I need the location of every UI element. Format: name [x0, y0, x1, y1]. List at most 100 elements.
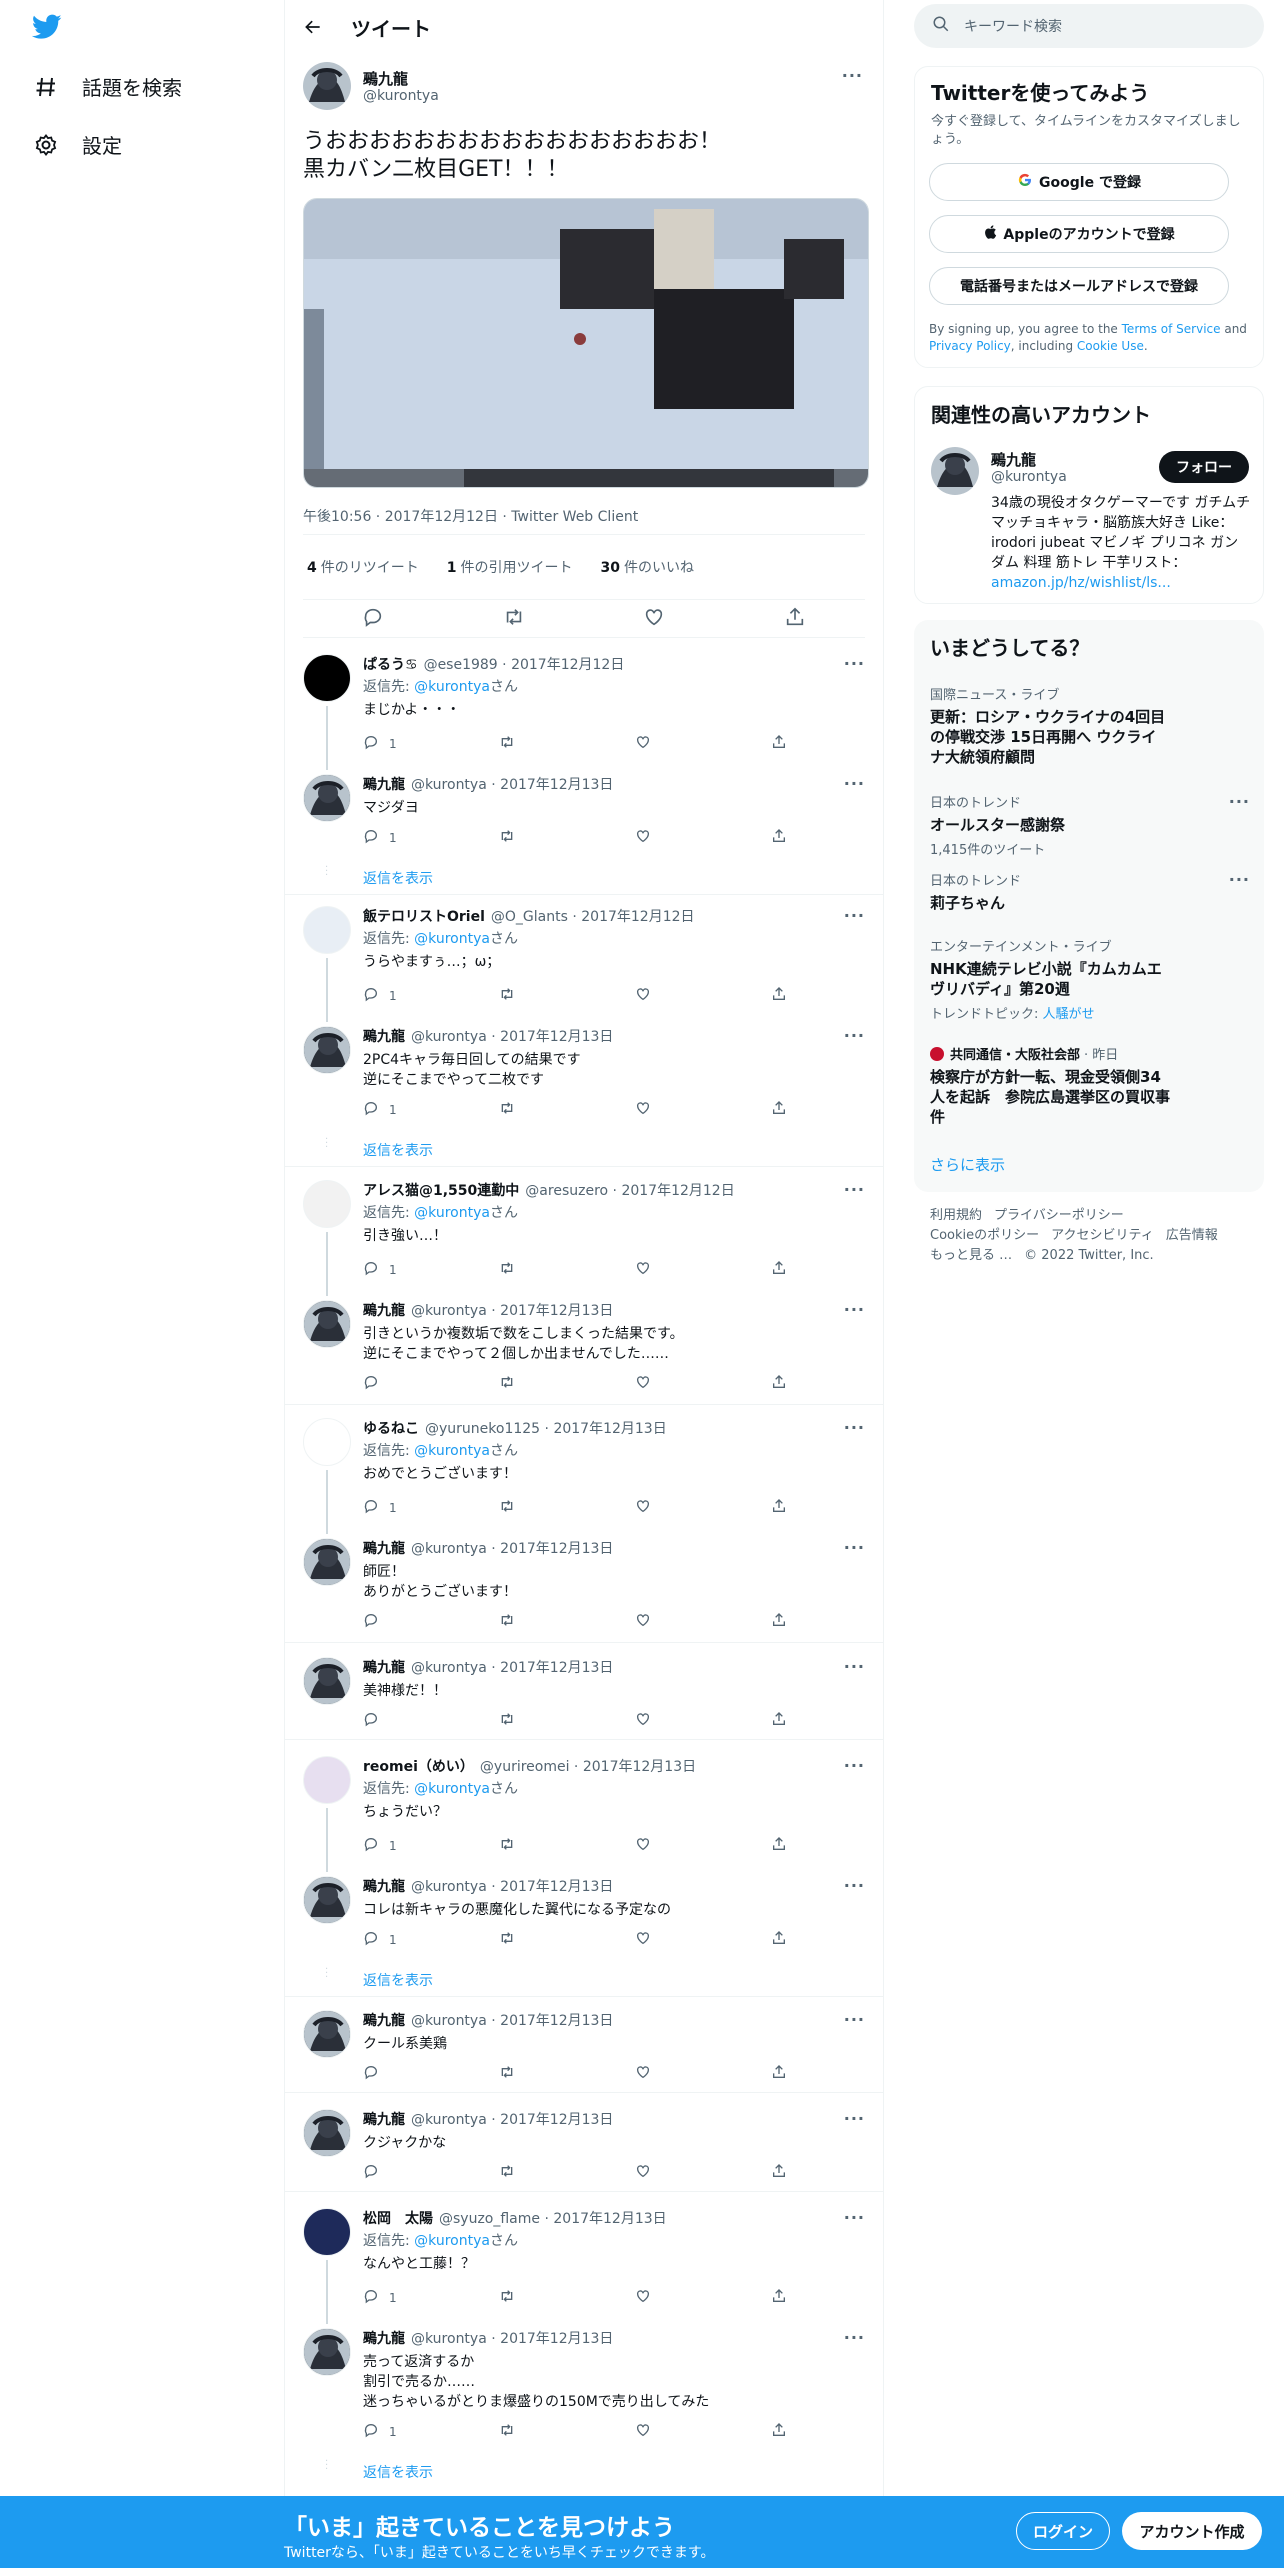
reply-author-handle[interactable]: @kurontya [411, 1541, 487, 1557]
footer-terms-link[interactable]: 利用規約 [930, 1208, 982, 1223]
nav-settings[interactable]: 設定 [32, 130, 122, 159]
trend-item[interactable]: 共同通信・大阪社会部 · 昨日 検察庁が方針一転、現金受領側34人を起訴 参院広… [930, 1044, 1250, 1127]
trend-item[interactable]: 日本のトレンド オールスター感謝祭 1,415件のツイート ··· [930, 792, 1250, 858]
author-handle[interactable]: @kurontya [363, 88, 439, 104]
reply-tweet[interactable]: reomei（めい） @yurireomei · 2017年12月13日 ··· 返信… [285, 1756, 883, 1872]
more-options-icon[interactable]: ··· [844, 1756, 865, 1775]
like-button[interactable] [635, 828, 651, 847]
share-icon[interactable] [784, 606, 806, 632]
reply-author-name[interactable]: 鵐九龍 [363, 2331, 405, 2347]
show-replies-link[interactable]: 返信を表示 [363, 1970, 433, 1990]
more-options-icon[interactable]: ··· [1229, 792, 1250, 811]
share-button[interactable] [771, 1498, 787, 1517]
retweet-button[interactable] [499, 734, 515, 753]
retweet-stat[interactable]: 4 件のリツイート [307, 557, 419, 577]
like-button[interactable] [635, 1374, 651, 1393]
footer-ads-link[interactable]: 広告情報 [1166, 1228, 1218, 1243]
avatar[interactable] [303, 1026, 351, 1074]
more-options-icon[interactable]: ··· [844, 1180, 865, 1199]
like-button[interactable] [635, 986, 651, 1005]
reply-date[interactable]: 2017年12月13日 [500, 1303, 613, 1319]
reply-button[interactable]: 1 [363, 2288, 397, 2307]
like-button[interactable] [635, 734, 651, 753]
like-stat[interactable]: 30 件のいいね [601, 557, 694, 577]
login-button[interactable]: ログイン [1016, 2512, 1110, 2550]
reply-tweet[interactable]: 鵐九龍 @kurontya · 2017年12月13日 ··· 師匠！ ありがとうござ… [285, 1538, 883, 1643]
search-input[interactable]: キーワード検索 [914, 4, 1264, 48]
reply-date[interactable]: 2017年12月12日 [511, 657, 624, 673]
reply-button[interactable]: 1 [363, 1836, 397, 1855]
reply-button[interactable] [363, 2163, 389, 2182]
share-button[interactable] [771, 828, 787, 847]
share-button[interactable] [771, 1260, 787, 1279]
avatar[interactable] [303, 1756, 351, 1804]
reply-icon[interactable] [362, 606, 384, 632]
reply-button[interactable] [363, 1711, 389, 1730]
reply-author-name[interactable]: 飯テロリストOriel [363, 909, 485, 925]
more-options-icon[interactable]: ··· [844, 2010, 865, 2029]
quote-stat[interactable]: 1 件の引用ツイート [447, 557, 573, 577]
more-options-icon[interactable]: ··· [844, 774, 865, 793]
retweet-button[interactable] [499, 1374, 515, 1393]
avatar[interactable] [303, 1538, 351, 1586]
retweet-button[interactable] [499, 1930, 515, 1949]
more-options-icon[interactable]: ··· [844, 1418, 865, 1437]
like-icon[interactable] [643, 606, 665, 632]
reply-author-name[interactable]: 鵐九龍 [363, 1541, 405, 1557]
reply-author-name[interactable]: アレス猫@1,550連勤中 [363, 1183, 519, 1199]
avatar[interactable] [303, 2109, 351, 2157]
avatar[interactable] [303, 2328, 351, 2376]
reply-author-name[interactable]: 鵐九龍 [363, 1660, 405, 1676]
trend-topic-link[interactable]: 人騒がせ [1043, 1007, 1095, 1022]
reply-tweet[interactable]: 鵐九龍 @kurontya · 2017年12月13日 ··· 美神様だ！！ [285, 1657, 883, 1740]
like-button[interactable] [635, 2064, 651, 2083]
share-button[interactable] [771, 1374, 787, 1393]
tweet-image[interactable] [303, 198, 869, 488]
avatar[interactable] [303, 906, 351, 954]
trend-item[interactable]: エンターテインメント・ライブ NHK連続テレビ小説『カムカムエヴリバディ』第20… [930, 936, 1250, 1022]
more-options-icon[interactable]: ··· [842, 66, 863, 85]
reply-author-handle[interactable]: @kurontya [411, 1660, 487, 1676]
retweet-button[interactable] [499, 828, 515, 847]
like-button[interactable] [635, 2163, 651, 2182]
reply-button[interactable]: 1 [363, 2422, 397, 2441]
reply-author-name[interactable]: 鵐九龍 [363, 1303, 405, 1319]
reply-date[interactable]: 2017年12月13日 [500, 1660, 613, 1676]
related-bio-link[interactable]: amazon.jp/hz/wishlist/ls... [991, 575, 1171, 591]
trend-item[interactable]: 日本のトレンド 莉子ちゃん ··· [930, 870, 1250, 913]
retweet-button[interactable] [499, 1260, 515, 1279]
reply-tweet[interactable]: 飯テロリストOriel @O_Glants · 2017年12月12日 ··· 返信先… [285, 906, 883, 1022]
avatar[interactable] [303, 2010, 351, 2058]
reply-tweet[interactable]: 鵐九龍 @kurontya · 2017年12月13日 ··· 引きというか複数垢で数… [285, 1300, 883, 1405]
reply-author-handle[interactable]: @kurontya [411, 1879, 487, 1895]
avatar[interactable] [303, 1300, 351, 1348]
cookie-link[interactable]: Cookie Use [1077, 339, 1144, 353]
phone-signup-button[interactable]: 電話番号またはメールアドレスで登録 [929, 267, 1229, 305]
reply-author-handle[interactable]: @yuruneko1125 [425, 1421, 540, 1437]
reply-tweet[interactable]: 鵐九龍 @kurontya · 2017年12月13日 ··· クジャクかな [285, 2109, 883, 2192]
avatar[interactable] [303, 1180, 351, 1228]
avatar[interactable] [931, 447, 979, 495]
avatar[interactable] [303, 654, 351, 702]
reply-date[interactable]: 2017年12月13日 [500, 2112, 613, 2128]
more-options-icon[interactable]: ··· [844, 2328, 865, 2347]
reply-to-link[interactable]: @kurontya [414, 1205, 490, 1221]
related-handle[interactable]: @kurontya [991, 469, 1067, 485]
retweet-button[interactable] [499, 1100, 515, 1119]
reply-to-link[interactable]: @kurontya [414, 1443, 490, 1459]
share-button[interactable] [771, 2163, 787, 2182]
like-button[interactable] [635, 1260, 651, 1279]
reply-date[interactable]: 2017年12月13日 [500, 1541, 613, 1557]
share-button[interactable] [771, 1100, 787, 1119]
show-more-trends-link[interactable]: さらに表示 [930, 1154, 1005, 1175]
share-button[interactable] [771, 1836, 787, 1855]
like-button[interactable] [635, 1612, 651, 1631]
reply-date[interactable]: 2017年12月13日 [500, 2013, 613, 2029]
reply-button[interactable]: 1 [363, 1260, 397, 1279]
reply-to-link[interactable]: @kurontya [414, 931, 490, 947]
reply-author-name[interactable]: 鵐九龍 [363, 1879, 405, 1895]
share-button[interactable] [771, 1612, 787, 1631]
like-button[interactable] [635, 2422, 651, 2441]
reply-author-name[interactable]: 鵐九龍 [363, 1029, 405, 1045]
reply-date[interactable]: 2017年12月12日 [621, 1183, 734, 1199]
